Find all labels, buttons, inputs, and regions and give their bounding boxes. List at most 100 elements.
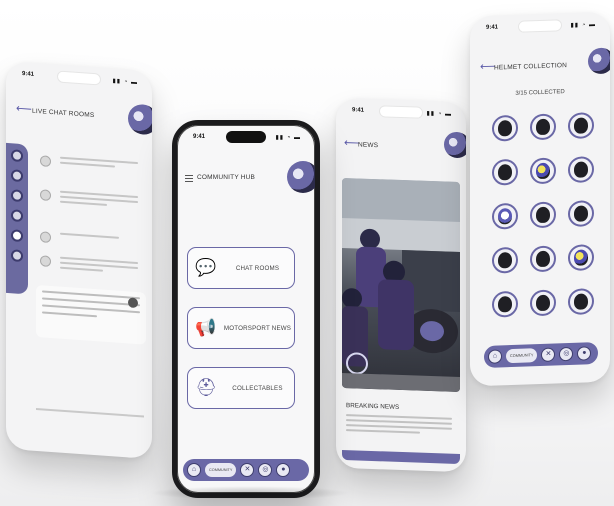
helmet-slot[interactable]: [530, 201, 556, 229]
room-icon[interactable]: [11, 209, 23, 223]
tools-icon[interactable]: ✕: [541, 347, 556, 362]
room-icon[interactable]: [11, 229, 23, 243]
news-footer-bar: [342, 449, 460, 465]
helmet-icon: [536, 250, 550, 268]
helmet-collection-phone: 9:41 ▮▮ ◔ ▬ ⟵ HELMET COLLECTION 3/15 COL…: [470, 11, 610, 387]
status-bar: 9:41 ▮▮ ◔ ▬: [470, 12, 610, 43]
status-time: 9:41: [352, 107, 365, 114]
status-time: 9:41: [193, 134, 206, 140]
avatar: [40, 231, 51, 244]
trophy-icon[interactable]: ◎: [258, 463, 273, 477]
helmet-slot[interactable]: [530, 157, 556, 185]
car-logo-icon: [444, 131, 466, 159]
room-icon[interactable]: [11, 149, 23, 163]
helmet-icon: [574, 293, 588, 310]
signal-icons: ▮▮ ◔ ▬: [112, 78, 138, 87]
helmet-icon: [498, 295, 512, 313]
send-icon[interactable]: [128, 297, 138, 309]
status-bar: 9:41 ▮▮ ◔ ▬: [336, 98, 466, 129]
helmet-slot[interactable]: [530, 113, 556, 141]
helmet-icon: ⛑: [195, 378, 217, 397]
profile-icon[interactable]: ●: [577, 346, 592, 361]
helmet-icon: [574, 249, 588, 266]
collected-count: 3/15 COLLECTED: [515, 89, 565, 97]
room-icon[interactable]: [11, 249, 23, 263]
community-hub-phone: 9:41 ▮▮ ◔ ▬ COMMUNITY HUB 💬 CHAT ROOMS 📢…: [172, 120, 320, 498]
chat-rooms-label: CHAT ROOMS: [235, 264, 280, 272]
chat-message-box: [36, 284, 146, 345]
trophy-icon[interactable]: ◎: [559, 346, 574, 362]
news-photo[interactable]: [342, 177, 460, 393]
helmet-icon: [536, 294, 550, 312]
bottom-nav: ⌂ COMMUNITY ✕ ◎ ●: [183, 459, 309, 481]
home-icon[interactable]: ⌂: [187, 463, 201, 477]
collectables-label: COLLECTABLES: [232, 384, 283, 392]
signal-icons: ▮▮ ◔ ▬: [426, 110, 452, 118]
helmet-icon: [574, 205, 588, 222]
chat-rooms-phone: 9:41 ▮▮ ◔ ▬ ⟵ LIVE CHAT ROOMS: [6, 60, 152, 460]
avatar: [40, 155, 51, 168]
avatar: [40, 189, 51, 202]
news-card-title: BREAKING NEWS: [346, 402, 400, 411]
message-input[interactable]: [36, 407, 144, 418]
helmet-icon: [574, 117, 588, 134]
floor-shadow: [150, 486, 350, 500]
helmet-icon: [498, 163, 512, 181]
helmet-icon: [498, 119, 512, 137]
back-arrow-icon[interactable]: ⟵: [16, 102, 32, 116]
news-phone: 9:41 ▮▮ ◔ ▬ ⟵ NEWS BREAKING NEWS: [336, 97, 466, 473]
news-card-body: [346, 414, 452, 438]
chat-message: [40, 189, 144, 206]
helmet-slot[interactable]: [568, 200, 594, 228]
motorsport-news-button[interactable]: 📢 MOTORSPORT NEWS: [187, 307, 295, 349]
signal-icons: ▮▮ ◔ ▬: [570, 22, 596, 29]
page-title: NEWS: [358, 141, 379, 150]
signal-icons: ▮▮ ◔ ▬: [275, 135, 301, 141]
helmet-slot[interactable]: [530, 289, 556, 317]
page-title: HELMET COLLECTION: [494, 62, 567, 72]
helmet-slot[interactable]: [568, 244, 594, 272]
page-title: COMMUNITY HUB: [197, 174, 256, 181]
bottom-nav: ⌂ COMMUNITY ✕ ◎ ●: [484, 341, 598, 368]
nav-community[interactable]: COMMUNITY: [205, 463, 237, 477]
status-bar: 9:41 ▮▮ ◔ ▬: [177, 125, 315, 151]
helmet-slot[interactable]: [568, 112, 594, 140]
helmet-icon: [498, 251, 512, 269]
tools-icon[interactable]: ✕: [240, 463, 255, 477]
car-logo-icon: [287, 161, 315, 193]
helmet-icon: [536, 118, 550, 136]
helmet-slot[interactable]: [492, 246, 518, 274]
nav-community[interactable]: COMMUNITY: [506, 348, 538, 364]
car-logo-icon: [588, 47, 610, 75]
status-time: 9:41: [22, 71, 35, 78]
collectables-button[interactable]: ⛑ COLLECTABLES: [187, 367, 295, 409]
status-bar: 9:41 ▮▮ ◔ ▬: [6, 61, 152, 97]
page-title: LIVE CHAT ROOMS: [32, 107, 95, 120]
chat-message: [40, 255, 144, 272]
pit-crew-image: [342, 177, 460, 393]
motorsport-news-label: MOTORSPORT NEWS: [223, 324, 292, 332]
showcase-stage: 9:41 ▮▮ ◔ ▬ ⟵ LIVE CHAT ROOMS 9:41 ▮▮ ◔ …: [0, 0, 614, 506]
helmet-slot[interactable]: [492, 114, 518, 142]
helmet-icon: [536, 162, 550, 180]
profile-icon[interactable]: ●: [276, 463, 291, 477]
status-time: 9:41: [486, 24, 499, 31]
helmet-icon: [536, 206, 550, 224]
room-icon[interactable]: [11, 189, 23, 203]
helmet-slot[interactable]: [530, 245, 556, 273]
helmet-slot[interactable]: [492, 202, 518, 230]
chat-bubbles-icon: 💬: [195, 258, 217, 277]
room-sidebar: [6, 142, 28, 295]
helmet-slot[interactable]: [492, 290, 518, 318]
avatar: [40, 255, 51, 268]
menu-icon[interactable]: [185, 175, 193, 184]
chat-rooms-button[interactable]: 💬 CHAT ROOMS: [187, 247, 295, 289]
helmet-icon: [498, 207, 512, 225]
helmet-slot[interactable]: [568, 288, 594, 316]
helmet-slot[interactable]: [568, 156, 594, 184]
helmet-slot[interactable]: [492, 158, 518, 186]
car-logo-icon: [128, 103, 152, 136]
home-icon[interactable]: ⌂: [488, 349, 502, 364]
chat-message: [40, 155, 144, 168]
room-icon[interactable]: [11, 169, 23, 183]
